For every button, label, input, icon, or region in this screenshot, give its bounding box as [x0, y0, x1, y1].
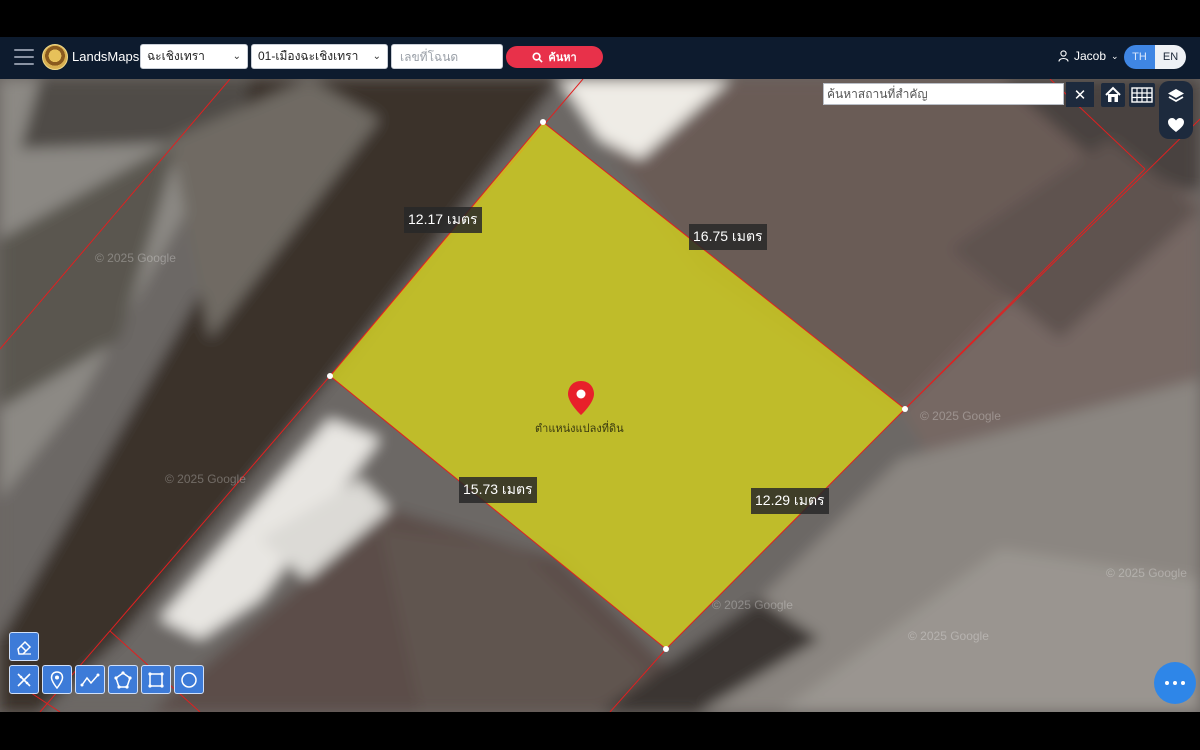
favorites-button[interactable]: [1163, 113, 1189, 137]
search-button[interactable]: ค้นหา: [506, 46, 603, 68]
layers-icon: [1168, 88, 1184, 102]
search-button-label: ค้นหา: [548, 52, 577, 64]
place-search-input[interactable]: [823, 83, 1064, 105]
province-select[interactable]: ฉะเชิงเทรา ⌄: [140, 44, 248, 69]
district-select[interactable]: 01-เมืองฉะเชิงเทรา ⌄: [251, 44, 388, 69]
satellite-imagery: [0, 79, 1200, 712]
map-side-panel: [1159, 81, 1193, 139]
edge-length-label: 16.75 เมตร: [689, 224, 767, 250]
polygon-icon: [114, 670, 132, 689]
grid-toggle-button[interactable]: [1129, 83, 1155, 107]
map-watermark: © 2025 Google: [1106, 566, 1187, 580]
map-view[interactable]: © 2025 Google © 2025 Google © 2025 Googl…: [0, 79, 1200, 712]
app-frame: LandsMaps ฉะเชิงเทรา ⌄ 01-เมืองฉะเชิงเทร…: [0, 0, 1200, 750]
marker-tool-button[interactable]: [42, 665, 72, 694]
search-icon: [532, 51, 544, 63]
grid-icon: [1131, 87, 1153, 103]
layers-button[interactable]: [1163, 84, 1189, 108]
polygon-tool-button[interactable]: [108, 665, 138, 694]
user-name: Jacob: [1074, 49, 1107, 63]
more-dots-icon: [1165, 681, 1169, 685]
language-toggle: TH EN: [1124, 45, 1186, 69]
measure-icon: [17, 672, 31, 687]
user-menu[interactable]: Jacob ⌄: [1058, 49, 1119, 63]
parcel-number-input[interactable]: [391, 44, 503, 69]
chevron-down-icon: ⌄: [232, 51, 241, 62]
chevron-down-icon: ⌄: [372, 51, 381, 62]
eraser-tool-button[interactable]: [9, 632, 39, 661]
home-button[interactable]: [1101, 83, 1125, 107]
menu-icon[interactable]: [14, 49, 34, 65]
lang-th-button[interactable]: TH: [1124, 45, 1155, 69]
district-select-value: 01-เมืองฉะเชิงเทรา: [258, 49, 359, 63]
lang-en-button[interactable]: EN: [1155, 45, 1186, 69]
eraser-icon: [17, 640, 32, 655]
marker-icon: [50, 670, 64, 689]
polyline-tool-button[interactable]: [75, 665, 105, 694]
edge-length-label: 15.73 เมตร: [459, 477, 537, 503]
edge-length-label: 12.29 เมตร: [751, 488, 829, 514]
logo-icon: [42, 44, 68, 70]
top-bar: LandsMaps ฉะเชิงเทรา ⌄ 01-เมืองฉะเชิงเทร…: [0, 37, 1200, 79]
measure-tool-button[interactable]: [9, 665, 39, 694]
heart-icon: [1168, 117, 1184, 132]
close-icon: ✕: [1073, 85, 1087, 104]
chevron-down-icon: ⌄: [1111, 50, 1119, 61]
user-icon: [1058, 50, 1069, 62]
map-watermark: © 2025 Google: [165, 472, 246, 486]
home-icon: [1105, 86, 1121, 102]
province-select-value: ฉะเชิงเทรา: [147, 49, 205, 63]
edge-length-label: 12.17 เมตร: [404, 207, 482, 233]
rectangle-tool-button[interactable]: [141, 665, 171, 694]
circle-icon: [181, 671, 197, 688]
circle-tool-button[interactable]: [174, 665, 204, 694]
map-watermark: © 2025 Google: [712, 598, 793, 612]
parcel-location-label: ตำแหน่งแปลงที่ดิน: [535, 423, 624, 435]
polyline-icon: [80, 673, 100, 686]
more-options-button[interactable]: [1154, 662, 1196, 704]
map-watermark: © 2025 Google: [908, 629, 989, 643]
brand-name: LandsMaps: [72, 49, 140, 64]
map-watermark: © 2025 Google: [920, 409, 1001, 423]
close-search-button[interactable]: ✕: [1066, 82, 1094, 107]
rectangle-icon: [148, 671, 164, 688]
map-watermark: © 2025 Google: [95, 251, 176, 265]
